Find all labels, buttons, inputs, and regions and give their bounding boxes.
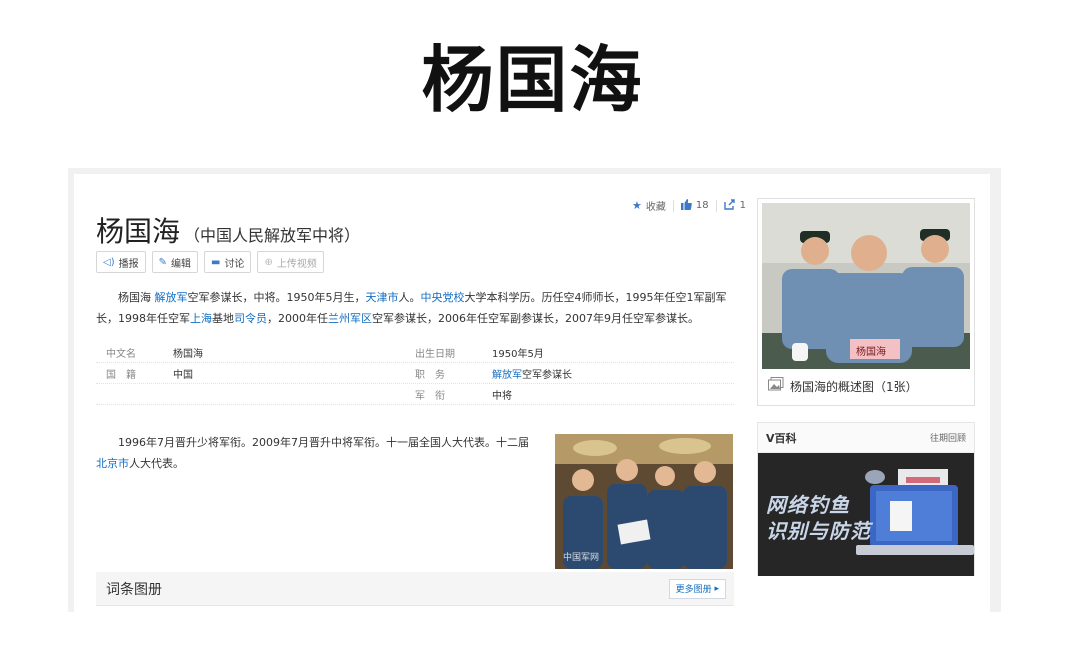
info-label: 国 籍: [106, 369, 136, 381]
play-button[interactable]: ◁) 播报: [96, 251, 146, 273]
caret-right-icon: ▸: [714, 583, 719, 594]
info-value: 中国: [173, 369, 193, 381]
lemma-title-text: 杨国海: [96, 215, 181, 248]
nameplate-text: 杨国海: [856, 347, 886, 358]
v-baike-line-1: 网络钓鱼: [766, 493, 850, 517]
speaker-icon: ◁): [103, 256, 115, 268]
summary-picture[interactable]: 杨国海: [762, 203, 970, 369]
basic-info-table: 中文名 杨国海 出生日期 1950年5月 国 籍 中国 职 务 解放军空军参谋长…: [96, 342, 734, 405]
v-baike-line-2: 识别与防范: [766, 519, 871, 543]
lemma-toolbar: ◁) 播报 ✎ 编辑 ▬ 讨论 ⊕ 上传视频: [96, 251, 324, 273]
chat-icon: ▬: [210, 256, 221, 268]
link-commander[interactable]: 司令员: [234, 312, 267, 325]
info-row: 国 籍 中国 职 务 解放军空军参谋长: [96, 363, 734, 384]
plus-circle-icon: ⊕: [264, 256, 273, 268]
album-title: 词条图册: [106, 581, 162, 598]
info-label: 出生日期: [415, 348, 455, 360]
share-icon: [723, 198, 736, 213]
lemma-actions: ★ 收藏 18 1: [632, 198, 746, 213]
info-label: 职 务: [415, 369, 445, 381]
link-shanghai[interactable]: 上海: [190, 312, 212, 325]
discuss-button[interactable]: ▬ 讨论: [203, 251, 252, 273]
officers-photo[interactable]: 中国军网: [555, 434, 733, 569]
v-baike-header: V百科 往期回顾: [758, 423, 974, 453]
info-value: 1950年5月: [492, 348, 544, 360]
pencil-icon: ✎: [158, 256, 167, 268]
baike-page: ★ 收藏 18 1 杨国海 （中国人民解放军中将） ◁) 播报 ✎ 编辑 ▬ 讨论…: [74, 174, 990, 612]
info-value: 解放军空军参谋长: [492, 369, 572, 381]
link-jiefangjun[interactable]: 解放军: [155, 291, 188, 304]
link-beijing[interactable]: 北京市: [96, 457, 129, 470]
lemma-summary: 杨国海 解放军空军参谋长，中将。1950年5月生，天津市人。中央党校大学本科学历…: [96, 291, 727, 325]
summary-picture-box[interactable]: 杨国海 杨国海的概述图（1张）: [757, 198, 975, 406]
link-central-party-school[interactable]: 中央党校: [421, 291, 465, 304]
summary-picture-caption[interactable]: 杨国海的概述图（1张）: [768, 377, 918, 395]
v-baike-title: V百科: [766, 431, 797, 445]
v-baike-video-thumbnail[interactable]: 网络钓鱼 识别与防范: [758, 453, 974, 576]
info-label: 军 衔: [415, 390, 445, 402]
info-value: 中将: [492, 390, 512, 402]
info-row: 中文名 杨国海 出生日期 1950年5月: [96, 342, 734, 363]
info-value: 杨国海: [173, 348, 203, 360]
album-bar: 词条图册 更多图册 ▸: [96, 572, 734, 606]
image-gallery-icon: [768, 377, 784, 395]
like-count[interactable]: 18: [696, 200, 709, 211]
page-heading: 杨国海: [421, 38, 644, 122]
edit-button[interactable]: ✎ 编辑: [151, 251, 198, 273]
info-row: 军 衔 中将: [96, 384, 734, 405]
photo-watermark: 中国军网: [563, 553, 600, 563]
career-paragraph: 1996年7月晋升少将军衔。2009年7月晋升中将军衔。十一届全国人大代表。十二…: [96, 436, 529, 470]
star-icon: ★: [632, 199, 642, 212]
thumbs-up-icon: [680, 198, 692, 213]
link-jiefangjun-post[interactable]: 解放军: [492, 370, 522, 381]
upload-video-button[interactable]: ⊕ 上传视频: [257, 251, 324, 273]
info-label: 中文名: [106, 348, 136, 360]
share-count[interactable]: 1: [740, 200, 746, 211]
more-albums-button[interactable]: 更多图册 ▸: [668, 578, 726, 599]
lemma-subtitle: （中国人民解放军中将）: [184, 226, 361, 245]
v-baike-panel: V百科 往期回顾 网络钓鱼 识别与防范: [757, 422, 975, 576]
link-lanzhou-military-region[interactable]: 兰州军区: [328, 312, 372, 325]
lemma-title: 杨国海 （中国人民解放军中将）: [96, 210, 360, 250]
favorite-link[interactable]: 收藏: [646, 198, 666, 213]
link-tianjin[interactable]: 天津市: [366, 291, 399, 304]
past-episodes-link[interactable]: 往期回顾: [930, 431, 966, 444]
